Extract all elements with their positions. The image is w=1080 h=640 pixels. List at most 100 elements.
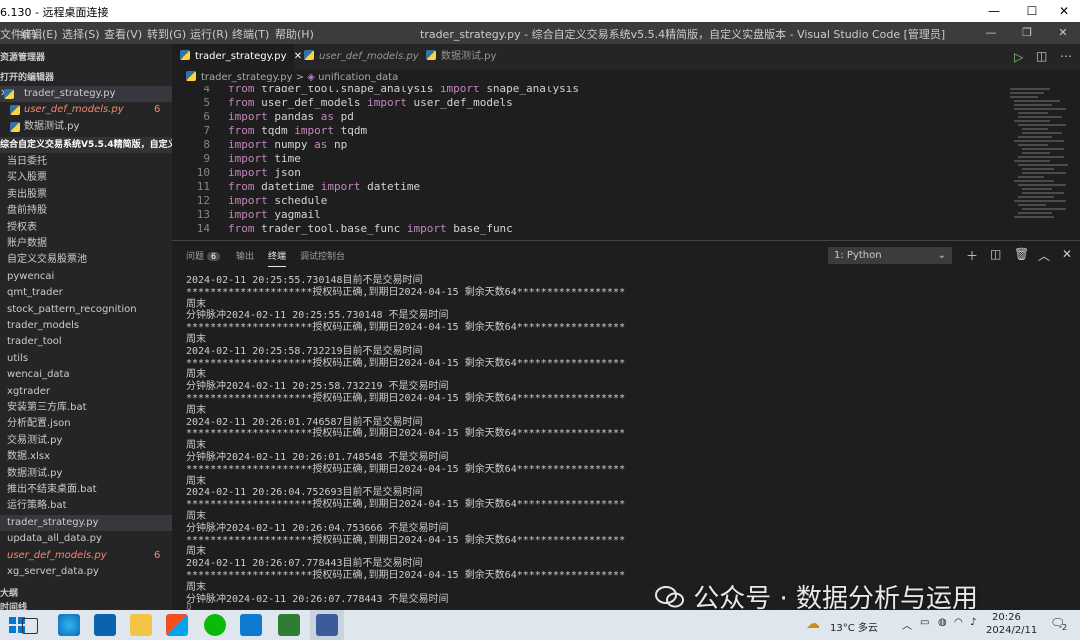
file-tree-item[interactable]: qmt_trader — [0, 285, 172, 301]
weather-text[interactable]: 13°C 多云 — [830, 619, 878, 634]
file-tree-item[interactable]: user_def_models.py 6 — [0, 548, 172, 564]
close-panel-icon[interactable]: ✕ — [1062, 247, 1072, 261]
code-line[interactable]: import pandas as pd — [228, 110, 354, 123]
file-tree-item[interactable]: utils — [0, 351, 172, 367]
file-tree-item[interactable]: 授权表 — [0, 220, 172, 236]
file-tree-item[interactable]: trader_models — [0, 318, 172, 334]
code-token: user_def_models — [413, 96, 513, 109]
menu-goto[interactable]: 转到(G) — [147, 26, 186, 42]
code-line[interactable]: from trader_tool.shape_analysis import s… — [228, 86, 579, 95]
terminal-selector[interactable]: 1: Python ⌄ — [828, 247, 952, 264]
file-tree-item[interactable]: 数据测试.py — [0, 466, 172, 482]
code-line[interactable]: import yagmail — [228, 208, 321, 221]
terminal-line: *********************授权码正确,到期日2024-04-15… — [186, 534, 626, 546]
code-line[interactable]: import json — [228, 166, 301, 179]
code-line[interactable]: from tqdm import tqdm — [228, 124, 367, 137]
tab-debug-console[interactable]: 调试控制台 — [300, 249, 345, 262]
file-tree-item[interactable]: trader_tool — [0, 334, 172, 350]
vscode-app-icon[interactable] — [240, 614, 262, 636]
file-tree-item[interactable]: 卖出股票 — [0, 187, 172, 203]
weather-icon: ☁ — [806, 616, 820, 632]
open-editor-item[interactable]: user_def_models.py 6 — [0, 102, 172, 118]
mail-icon[interactable] — [94, 614, 116, 636]
clock-date[interactable]: 2024/2/11 — [986, 625, 1037, 636]
file-tree-item[interactable]: 交易测试.py — [0, 433, 172, 449]
code-line[interactable]: import schedule — [228, 194, 327, 207]
open-editor-item[interactable]: 数据测试.py — [0, 119, 172, 135]
file-tree-item[interactable]: pywencai — [0, 269, 172, 285]
clock-time[interactable]: 20:26 — [992, 612, 1021, 623]
menu-edit[interactable]: 编辑(E) — [20, 26, 58, 42]
tab-data-test[interactable]: 数据测试.py — [418, 44, 528, 70]
file-tree-item[interactable]: 盘前持股 — [0, 203, 172, 219]
code-line[interactable]: import time — [228, 152, 301, 165]
trash-icon[interactable]: 🗑 — [1014, 247, 1029, 261]
file-tree-item[interactable]: 安装第三方库.bat — [0, 400, 172, 416]
code-editor[interactable]: 4 from trader_tool.shape_analysis import … — [172, 86, 1000, 240]
file-tree-item[interactable]: 运行策略.bat — [0, 498, 172, 514]
more-actions-icon[interactable]: ⋯ — [1060, 49, 1072, 63]
tab-problems[interactable]: 问题 6 — [186, 249, 221, 262]
open-editor-item[interactable]: ✕ trader_strategy.py — [0, 86, 172, 102]
rdp-close-button[interactable]: ✕ — [1046, 0, 1080, 22]
split-terminal-icon[interactable]: ◫ — [990, 247, 1001, 261]
menu-selection[interactable]: 选择(S) — [62, 26, 100, 42]
file-tree-item[interactable]: 推出不结束桌面.bat — [0, 482, 172, 498]
file-tree-item[interactable]: stock_pattern_recognition — [0, 302, 172, 318]
open-editors-header[interactable]: 打开的编辑器 — [0, 70, 172, 86]
chevron-up-icon[interactable]: ︿ — [1038, 247, 1050, 264]
task-view-icon[interactable] — [22, 618, 38, 634]
file-tree-item[interactable]: 账户数据 — [0, 236, 172, 252]
code-line[interactable]: from user_def_models import user_def_mod… — [228, 96, 513, 109]
menu-help[interactable]: 帮助(H) — [275, 26, 314, 42]
menu-view[interactable]: 查看(V) — [104, 26, 142, 42]
file-tree-item[interactable]: updata_all_data.py — [0, 531, 172, 547]
menu-run[interactable]: 运行(R) — [190, 26, 228, 42]
minimize-button[interactable]: — — [974, 22, 1008, 44]
file-tree-item[interactable]: xgtrader — [0, 384, 172, 400]
rdp-maximize-button[interactable]: ☐ — [1014, 0, 1050, 22]
file-tree-item[interactable]: 当日委托 — [0, 154, 172, 170]
remote-desktop-icon[interactable] — [316, 614, 338, 636]
close-button[interactable]: ✕ — [1046, 22, 1080, 44]
line-number: 13 — [196, 208, 210, 221]
minimap[interactable] — [1000, 86, 1080, 240]
taskbar: ☁ 13°C 多云 ︿ ▭ ◍ ◠ ♪ 20:26 2024/2/11 🗨 2 — [0, 610, 1080, 640]
terminal-output[interactable]: 2024-02-11 20:25:55.730148目前不是交易时间 ******… — [186, 271, 1066, 611]
file-tree-item[interactable]: 自定义交易股票池 — [0, 252, 172, 268]
run-icon[interactable]: ▷ — [1014, 50, 1023, 64]
wechat-app-icon[interactable] — [204, 614, 226, 636]
timeline-header[interactable]: 时间线 — [0, 600, 172, 610]
python-file-icon — [10, 105, 20, 115]
network-icon[interactable]: ◍ — [938, 617, 947, 628]
vscode-titlebar: 文件(F) 编辑(E) 选择(S) 查看(V) 转到(G) 运行(R) 终端(T… — [0, 22, 1080, 44]
restore-button[interactable]: ❐ — [1010, 22, 1044, 44]
code-line[interactable]: import numpy as np — [228, 138, 347, 151]
file-tree-item[interactable]: wencai_data — [0, 367, 172, 383]
tab-trader-strategy[interactable]: trader_strategy.py ✕ — [172, 44, 302, 70]
file-tree-item[interactable]: trader_strategy.py — [0, 514, 172, 531]
code-line[interactable]: from datetime import datetime — [228, 180, 420, 193]
new-terminal-icon[interactable]: ＋ — [966, 247, 978, 264]
code-line[interactable]: from trader_tool.base_func import base_f… — [228, 222, 513, 235]
volume-icon[interactable]: ♪ — [970, 617, 976, 628]
rdp-minimize-button[interactable]: — — [976, 0, 1012, 22]
file-tree-item[interactable]: 分析配置.json — [0, 416, 172, 432]
tab-terminal[interactable]: 终端 — [268, 249, 287, 267]
file-explorer-icon[interactable] — [130, 614, 152, 636]
file-tree-item[interactable]: xg_server_data.py — [0, 564, 172, 580]
tab-user-def-models[interactable]: user_def_models.py — [296, 44, 419, 70]
code-token: time — [274, 152, 301, 165]
file-tree-item[interactable]: 数据.xlsx — [0, 449, 172, 465]
tab-output[interactable]: 输出 — [236, 249, 254, 262]
file-tree-item[interactable]: 买入股票 — [0, 170, 172, 186]
menu-terminal[interactable]: 终端(T) — [232, 26, 269, 42]
split-editor-icon[interactable]: ◫ — [1036, 49, 1047, 63]
terminal-app-icon[interactable] — [278, 614, 300, 636]
battery-icon[interactable]: ▭ — [920, 617, 929, 628]
show-hidden-icons[interactable]: ︿ — [902, 617, 912, 632]
wifi-icon[interactable]: ◠ — [954, 617, 963, 628]
edge-browser-icon[interactable] — [58, 614, 80, 636]
workspace-folder-header[interactable]: 综合自定义交易系统V5.5.4精简版，自定义实... — [0, 137, 172, 153]
store-icon[interactable] — [166, 614, 188, 636]
